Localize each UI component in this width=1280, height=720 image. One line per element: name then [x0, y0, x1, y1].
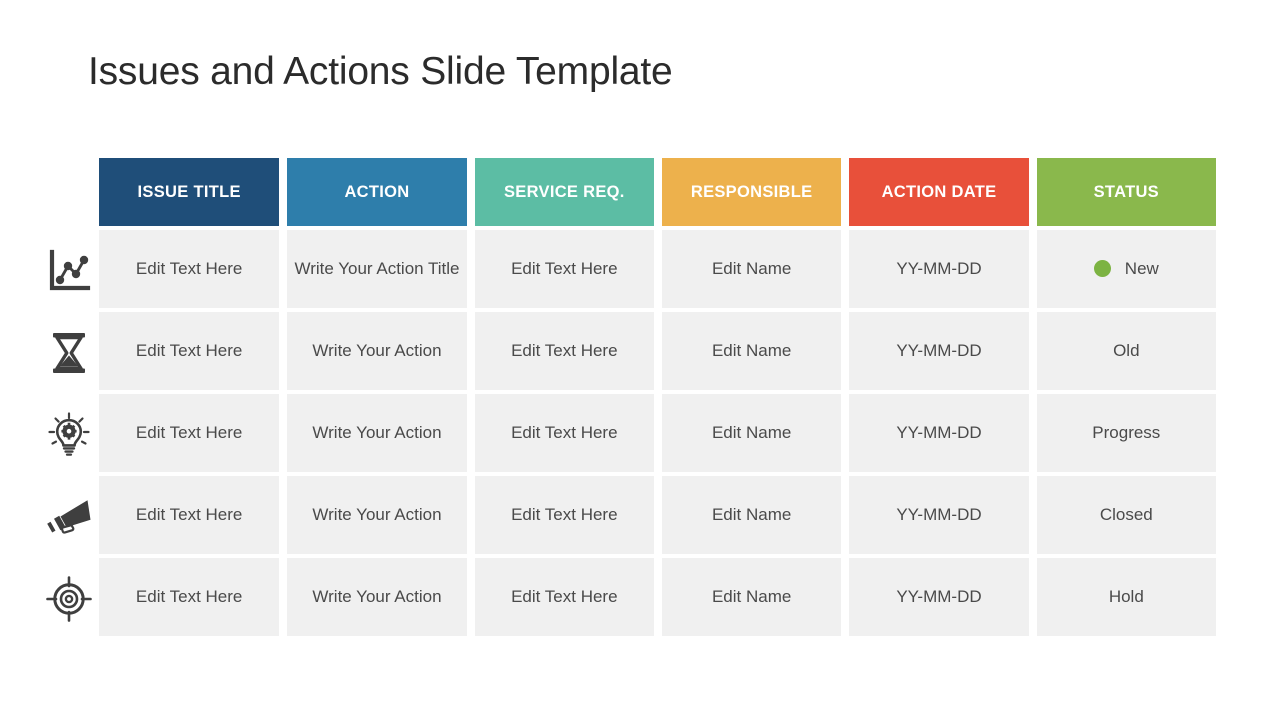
- status-badge: Progress: [1092, 420, 1160, 446]
- table-row: Edit Text Here Write Your Action Title Edi…: [99, 230, 1216, 308]
- cell-action[interactable]: Write Your Action: [287, 476, 467, 554]
- cell-text: Edit Text Here: [511, 587, 618, 607]
- column-header-label: SERVICE REQ.: [503, 182, 625, 201]
- target-icon: [45, 575, 93, 623]
- table-body: Edit Text Here Write Your Action Title Edi…: [99, 230, 1216, 636]
- cell-text: Edit Name: [711, 587, 792, 607]
- cell-text: Write Your Action: [312, 587, 442, 607]
- cell-issue-title[interactable]: Edit Text Here: [99, 394, 280, 472]
- cell-issue-title[interactable]: Edit Text Here: [99, 230, 280, 308]
- cell-status[interactable]: New: [1036, 230, 1216, 308]
- cell-action[interactable]: Write Your Action: [287, 312, 467, 390]
- cell-text: Edit Text Here: [135, 341, 243, 361]
- cell-text: Edit Name: [711, 423, 792, 443]
- column-header-label: ACTION: [344, 182, 410, 201]
- column-header-action[interactable]: ACTION: [287, 158, 467, 226]
- cell-text: Edit Name: [711, 341, 792, 361]
- cell-text: Write Your Action: [312, 341, 442, 361]
- column-header-label: RESPONSIBLE: [690, 182, 813, 201]
- row-icon-rail: [40, 232, 98, 642]
- table-row: Edit Text Here Write Your Action Edit Text…: [99, 312, 1216, 390]
- status-badge: New: [1093, 256, 1159, 282]
- table-row: Edit Text Here Write Your Action Edit Text…: [99, 394, 1216, 472]
- status-label: Hold: [1108, 587, 1144, 607]
- cell-action-date[interactable]: YY-MM-DD: [849, 312, 1029, 390]
- table-header-row: ISSUE TITLE ACTION SERVICE REQ. RESPONSI…: [99, 158, 1216, 226]
- status-dot-icon: [1093, 260, 1111, 278]
- column-header-label: ISSUE TITLE: [137, 182, 241, 201]
- status-label: Progress: [1092, 423, 1161, 443]
- line-chart-icon: [46, 248, 92, 294]
- cell-service-req[interactable]: Edit Text Here: [474, 476, 654, 554]
- cell-service-req[interactable]: Edit Text Here: [474, 312, 654, 390]
- cell-text: Edit Text Here: [135, 505, 243, 525]
- cell-text: YY-MM-DD: [896, 259, 982, 279]
- row-icon-slot: [40, 314, 98, 392]
- row-icon-slot: [40, 232, 98, 310]
- cell-action-date[interactable]: YY-MM-DD: [849, 476, 1029, 554]
- cell-text: YY-MM-DD: [896, 423, 982, 443]
- cell-text: YY-MM-DD: [896, 587, 982, 607]
- cell-status[interactable]: Progress: [1036, 394, 1216, 472]
- cell-text: Edit Name: [711, 259, 792, 279]
- cell-service-req[interactable]: Edit Text Here: [474, 230, 654, 308]
- cell-text: Edit Name: [711, 505, 792, 525]
- cell-action-date[interactable]: YY-MM-DD: [849, 394, 1029, 472]
- row-icon-slot: [40, 478, 98, 556]
- cell-service-req[interactable]: Edit Text Here: [474, 394, 654, 472]
- page-title: Issues and Actions Slide Template: [88, 50, 673, 93]
- cell-service-req[interactable]: Edit Text Here: [474, 558, 654, 636]
- cell-responsible[interactable]: Edit Name: [661, 394, 842, 472]
- lightbulb-gear-icon: [46, 411, 92, 459]
- status-label: Old: [1113, 341, 1140, 361]
- cell-text: Edit Text Here: [511, 341, 618, 361]
- column-header-action-date[interactable]: ACTION DATE: [849, 158, 1029, 226]
- cell-action[interactable]: Write Your Action: [287, 558, 467, 636]
- cell-status[interactable]: Old: [1036, 312, 1216, 390]
- table-row: Edit Text Here Write Your Action Edit Text…: [99, 476, 1216, 554]
- column-header-label: STATUS: [1093, 182, 1159, 201]
- cell-text: Edit Text Here: [135, 587, 243, 607]
- cell-text: Write Your Action: [312, 423, 442, 443]
- cell-issue-title[interactable]: Edit Text Here: [99, 312, 280, 390]
- issues-actions-table: ISSUE TITLE ACTION SERVICE REQ. RESPONSI…: [99, 158, 1216, 640]
- hourglass-icon: [47, 330, 91, 376]
- column-header-responsible[interactable]: RESPONSIBLE: [661, 158, 842, 226]
- cell-status[interactable]: Closed: [1036, 476, 1216, 554]
- cell-responsible[interactable]: Edit Name: [661, 558, 842, 636]
- status-label: Closed: [1099, 505, 1153, 525]
- cell-issue-title[interactable]: Edit Text Here: [99, 476, 280, 554]
- row-icon-slot: [40, 560, 98, 638]
- cell-action[interactable]: Write Your Action Title: [287, 230, 467, 308]
- cell-text: Edit Text Here: [511, 423, 618, 443]
- cell-text: Edit Text Here: [135, 423, 243, 443]
- cell-text: YY-MM-DD: [896, 341, 982, 361]
- cell-text: Edit Text Here: [511, 259, 618, 279]
- table-row: Edit Text Here Write Your Action Edit Text…: [99, 558, 1216, 636]
- cell-responsible[interactable]: Edit Name: [661, 230, 842, 308]
- cell-action-date[interactable]: YY-MM-DD: [849, 230, 1029, 308]
- status-label: New: [1124, 259, 1159, 279]
- megaphone-icon: [45, 496, 93, 538]
- cell-text: Edit Text Here: [135, 259, 243, 279]
- column-header-issue-title[interactable]: ISSUE TITLE: [99, 158, 280, 226]
- column-header-label: ACTION DATE: [881, 182, 997, 201]
- cell-action[interactable]: Write Your Action: [287, 394, 467, 472]
- cell-text: Write Your Action Title: [294, 259, 460, 279]
- status-badge: Old: [1113, 338, 1139, 364]
- cell-action-date[interactable]: YY-MM-DD: [849, 558, 1029, 636]
- cell-status[interactable]: Hold: [1036, 558, 1216, 636]
- cell-issue-title[interactable]: Edit Text Here: [99, 558, 280, 636]
- row-icon-slot: [40, 396, 98, 474]
- cell-text: Edit Text Here: [511, 505, 618, 525]
- column-header-service-req[interactable]: SERVICE REQ.: [474, 158, 654, 226]
- cell-responsible[interactable]: Edit Name: [661, 312, 842, 390]
- status-badge: Closed: [1100, 502, 1153, 528]
- cell-text: Write Your Action: [312, 505, 442, 525]
- cell-responsible[interactable]: Edit Name: [661, 476, 842, 554]
- cell-text: YY-MM-DD: [896, 505, 982, 525]
- status-badge: Hold: [1109, 584, 1144, 610]
- column-header-status[interactable]: STATUS: [1036, 158, 1216, 226]
